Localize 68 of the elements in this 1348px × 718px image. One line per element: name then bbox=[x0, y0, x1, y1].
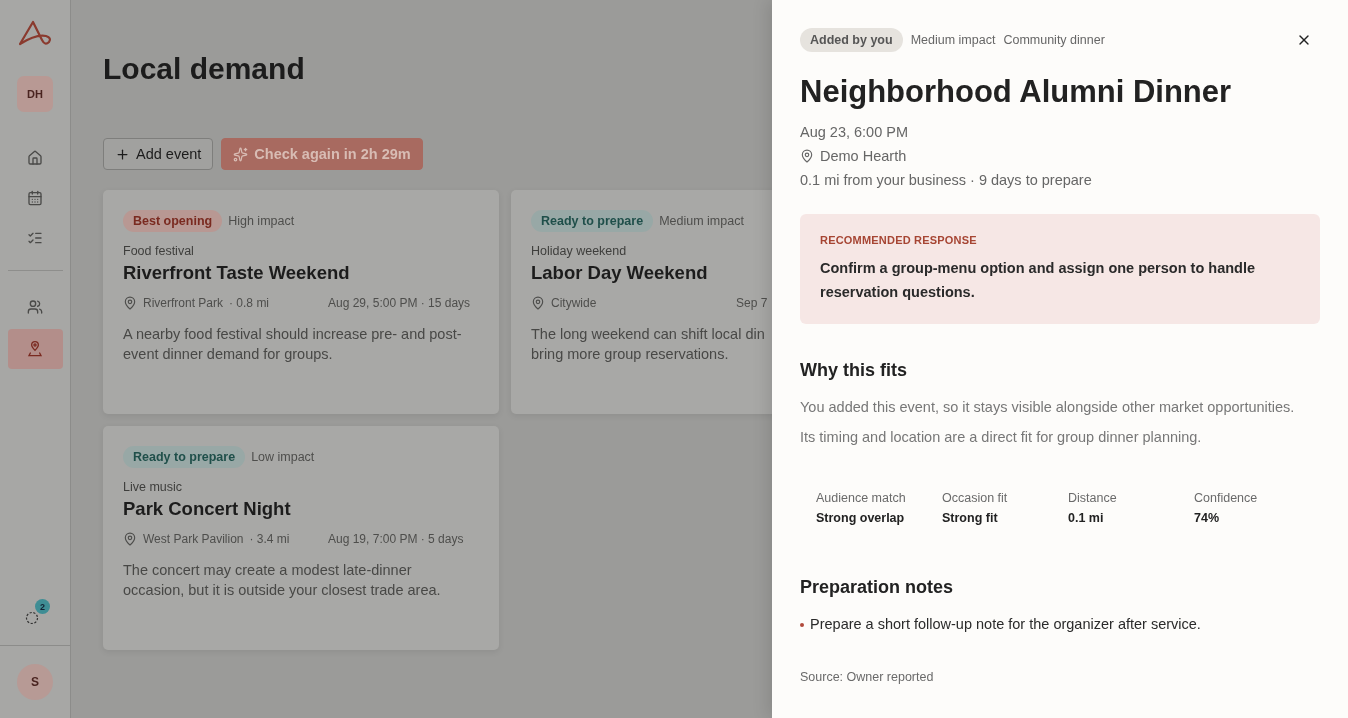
event-date: Aug 29, 5:00 PM · 15 days bbox=[328, 296, 471, 310]
metric-value: Strong fit bbox=[942, 511, 999, 525]
event-location: Riverfront Park bbox=[143, 296, 224, 310]
metric-label: Distance bbox=[1068, 491, 1118, 505]
tag-label: Community dinner bbox=[1003, 33, 1105, 47]
status-badge: Best opening bbox=[123, 210, 223, 232]
plus-icon bbox=[115, 146, 130, 162]
calendar-icon bbox=[27, 190, 43, 206]
nav-item[interactable] bbox=[7, 329, 63, 369]
source-text: Source: Owner reported bbox=[800, 670, 935, 684]
section-heading: Why this fits bbox=[800, 360, 908, 381]
event-description: The long weekend can shift local din bbox=[531, 325, 765, 344]
event-date: Sep 7 bbox=[736, 296, 768, 310]
metric-label: Audience match bbox=[816, 491, 907, 505]
event-description: occasion, but it is outside your closest trade area. bbox=[123, 581, 441, 600]
status-badge: Ready to prepare bbox=[123, 446, 246, 468]
reason-text: Its timing and location are a direct fit for group dinner planning. bbox=[800, 429, 1203, 445]
impact-label: High impact bbox=[228, 214, 295, 228]
sync-icon[interactable] bbox=[25, 611, 39, 625]
event-title: Park Concert Night bbox=[123, 498, 291, 520]
event-date: Aug 19, 7:00 PM · 5 days bbox=[328, 532, 464, 546]
event-title: Riverfront Taste Weekend bbox=[123, 262, 350, 284]
users-icon bbox=[27, 299, 43, 315]
location-pin-icon bbox=[800, 149, 814, 163]
location-pin-icon bbox=[531, 296, 545, 310]
checklist-icon bbox=[27, 230, 43, 246]
person-pin-icon bbox=[27, 341, 43, 357]
event-category: Food festival bbox=[123, 244, 194, 258]
metric-label: Confidence bbox=[1194, 491, 1259, 505]
impact-label: Medium impact bbox=[659, 214, 744, 228]
event-distance: · 0.8 mi bbox=[229, 296, 270, 310]
event-title: Neighborhood Alumni Dinner bbox=[800, 74, 1233, 110]
event-description: event dinner demand for groups. bbox=[123, 345, 333, 364]
distance-text: 0.1 mi from your business · 9 days to prepare bbox=[800, 172, 1092, 188]
metric-value: 0.1 mi bbox=[1068, 511, 1105, 525]
logo-icon bbox=[18, 20, 52, 46]
sparkles-icon bbox=[233, 146, 249, 162]
event-category: Holiday weekend bbox=[531, 244, 627, 258]
event-date: Aug 23, 6:00 PM bbox=[800, 124, 908, 140]
event-category: Live music bbox=[123, 480, 183, 494]
location-pin-icon bbox=[123, 532, 137, 546]
event-description: bring more group reservations. bbox=[531, 345, 729, 364]
event-distance: · 3.4 mi bbox=[249, 532, 290, 546]
event-title: Labor Day Weekend bbox=[531, 262, 708, 284]
impact-label: Low impact bbox=[251, 450, 315, 464]
note-text: Prepare a short follow-up note for the organizer after service. bbox=[810, 616, 1201, 632]
metric-label: Occasion fit bbox=[942, 491, 1009, 505]
metric-value: 74% bbox=[1194, 511, 1221, 525]
count-badge: 2 bbox=[35, 599, 50, 614]
event-card[interactable] bbox=[103, 426, 499, 650]
status-badge: Ready to prepare bbox=[531, 210, 654, 232]
workspace-avatar[interactable]: DH bbox=[17, 76, 53, 112]
add-event-button[interactable]: Add event bbox=[103, 138, 214, 170]
event-location: Citywide bbox=[551, 296, 597, 310]
location-pin-icon bbox=[123, 296, 137, 310]
bullet-dot bbox=[800, 623, 804, 627]
page-title: Local demand bbox=[103, 52, 306, 86]
event-card[interactable]: Best opening High impact Food festival Riverfront Taste Weekend Riverfront Park · 0.8 mi Aug 29, 5:00 PM · 15 days A nearby food festival should increase pre- and post- event dinner demand for groups. bbox=[103, 190, 499, 414]
event-location: Demo Hearth bbox=[820, 148, 907, 164]
tag-label: Medium impact bbox=[910, 33, 996, 47]
home-icon bbox=[27, 150, 43, 166]
section-heading: Preparation notes bbox=[800, 577, 955, 598]
event-description: The concert may create a modest late-dinner bbox=[123, 561, 412, 580]
user-avatar[interactable]: S bbox=[17, 664, 53, 700]
event-description: A nearby food festival should increase pre- and post- bbox=[123, 325, 462, 344]
metric-value: Strong overlap bbox=[816, 511, 906, 525]
event-location: West Park Pavilion bbox=[143, 532, 244, 546]
source-tag: Added by you bbox=[800, 28, 903, 52]
